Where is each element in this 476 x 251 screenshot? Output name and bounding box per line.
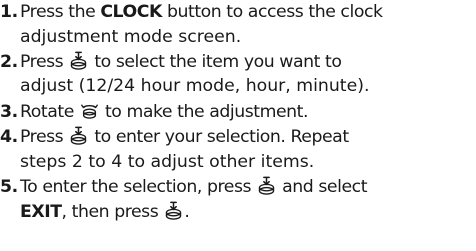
step-number: 1.	[0, 2, 18, 22]
exit-label: EXIT	[20, 201, 62, 222]
step-text: and select	[277, 176, 368, 197]
step-text: adjustment mode screen.	[20, 26, 242, 47]
instruction-steps: 1. Press the CLOCK button to access the c…	[0, 0, 476, 224]
step-number: 5.	[0, 176, 18, 197]
push-selector-icon	[257, 176, 276, 195]
step-text: Press the	[20, 2, 101, 22]
step-text: Press	[20, 127, 69, 148]
step-4: 4. Press to enter your selection. Repeat s…	[0, 125, 476, 174]
step-number: 2.	[0, 51, 18, 72]
step-text: to make the adjustment.	[99, 101, 309, 122]
step-text: to select the item you want to	[89, 51, 342, 72]
push-selector-icon	[164, 201, 183, 220]
step-text: steps 2 to 4 to adjust other items.	[20, 151, 315, 172]
rotate-selector-icon	[80, 101, 99, 120]
step-text: , then press	[61, 201, 164, 222]
step-2: 2. Press to select the item you want to ad…	[0, 50, 476, 99]
step-text: adjust (12/24 hour mode, hour, minute).	[20, 76, 370, 97]
step-text: Press	[20, 51, 69, 72]
step-number: 3.	[0, 101, 18, 122]
step-text: button to access the clock	[161, 2, 383, 22]
step-1: 1. Press the CLOCK button to access the c…	[0, 0, 476, 49]
step-number: 4.	[0, 127, 18, 148]
step-text: Rotate	[20, 101, 79, 122]
push-selector-icon	[69, 126, 88, 145]
step-5: 5. To enter the selection, press and sele…	[0, 175, 476, 224]
step-text: To enter the selection, press	[20, 176, 257, 197]
step-3: 3. Rotate to make the adjustment.	[0, 100, 476, 125]
clock-button-label: CLOCK	[100, 2, 162, 22]
step-text: .	[184, 201, 190, 222]
step-text: to enter your selection. Repeat	[89, 127, 349, 148]
push-selector-icon	[69, 51, 88, 70]
